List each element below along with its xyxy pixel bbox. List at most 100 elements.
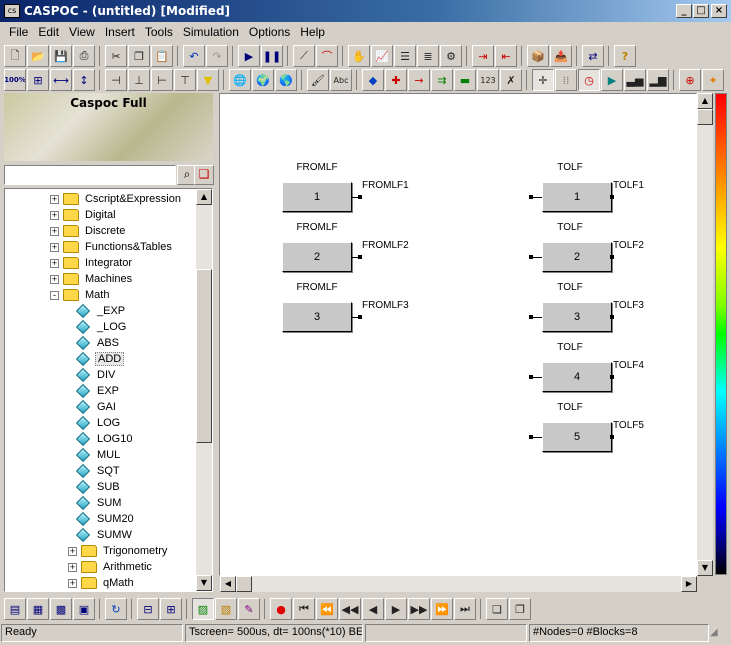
tolf-block[interactable]: 4 (542, 362, 612, 392)
menu-edit[interactable]: Edit (33, 25, 64, 39)
expand-icon[interactable]: + (68, 546, 77, 556)
expand-icon[interactable]: + (50, 194, 59, 204)
library-remove-icon[interactable]: 📤 (550, 45, 572, 67)
step-back-icon[interactable]: ◀◀ (339, 598, 361, 620)
tree-item[interactable]: _EXP (75, 303, 127, 319)
diode-icon[interactable]: ▶ (601, 69, 623, 91)
hierarchy-icon[interactable]: ⊞ (160, 598, 182, 620)
menu-simulation[interactable]: Simulation (178, 25, 244, 39)
tree-scroll-thumb[interactable] (196, 269, 212, 443)
zoom-fit-icon[interactable]: ⊞ (27, 69, 49, 91)
expand-icon[interactable]: + (50, 242, 59, 252)
tree-folder[interactable]: + Digital (50, 207, 118, 223)
schematic-canvas[interactable]: FROMLF 1 FROMLF1 FROMLF 2 FROMLF2 FROMLF 3 FROML… (219, 93, 697, 576)
paste-icon[interactable]: 📋 (151, 45, 173, 67)
mirror-h-icon[interactable]: ⊢ (151, 69, 173, 91)
bar-level-icon[interactable]: ▃▅ (624, 69, 646, 91)
expand-icon[interactable]: + (50, 210, 59, 220)
maximize-button[interactable]: □ (693, 4, 709, 18)
clock-icon[interactable]: ◷ (578, 69, 600, 91)
print-icon[interactable]: ⎙ (73, 45, 95, 67)
tolf-block[interactable]: 1 (542, 182, 612, 212)
canvas-scroll-right-icon[interactable]: ▶ (681, 576, 697, 592)
node-h-icon[interactable]: ⊣ (105, 69, 127, 91)
last-icon[interactable]: ⏭ (454, 598, 476, 620)
menu-tools[interactable]: Tools (140, 25, 178, 39)
expand-icon[interactable]: + (50, 258, 59, 268)
tree-folder[interactable]: - Math (50, 287, 111, 303)
copy-windows-icon[interactable]: ❐ (509, 598, 531, 620)
pause-icon[interactable]: ❚❚ (261, 45, 283, 67)
output-pin[interactable] (610, 255, 614, 259)
brush-icon[interactable]: 🖌 (307, 69, 329, 91)
text-tool-button[interactable]: Abc (330, 69, 352, 91)
output-pin[interactable] (610, 315, 614, 319)
curve-tool-icon[interactable]: ⌒ (316, 45, 338, 67)
canvas-vertical-scrollbar[interactable]: ▲ ▼ (697, 93, 713, 576)
rewind-icon[interactable]: ⏪ (316, 598, 338, 620)
export-icon[interactable]: ⇄ (582, 45, 604, 67)
block-icon[interactable]: ▬ (454, 69, 476, 91)
grid-icon[interactable]: ▩ (50, 598, 72, 620)
list-icon[interactable]: ☰ (394, 45, 416, 67)
tree-folder[interactable]: + Functions&Tables (50, 239, 174, 255)
menu-file[interactable]: File (4, 25, 33, 39)
cut-icon[interactable]: ✂ (105, 45, 127, 67)
zoom-100-button[interactable]: 100% (4, 69, 26, 91)
wire-double-icon[interactable]: ⇉ (431, 69, 453, 91)
probe-icon[interactable]: ▼ (197, 69, 219, 91)
image-icon[interactable]: ▨ (192, 598, 214, 620)
tree-folder[interactable]: + Arithmetic (68, 559, 154, 575)
resize-grip-icon[interactable]: ◢ (710, 623, 728, 643)
canvas-hscroll-thumb[interactable] (236, 576, 252, 592)
hand-pan-icon[interactable]: ✋ (348, 45, 370, 67)
undo-icon[interactable]: ↶ (183, 45, 205, 67)
tree-item[interactable]: SUM (75, 495, 123, 511)
scroll-up-arrow-icon[interactable]: ▲ (196, 189, 212, 205)
cross-node-icon[interactable]: ✚ (385, 69, 407, 91)
output-pin[interactable] (610, 435, 614, 439)
canvas-scroll-down-icon[interactable]: ▼ (697, 560, 713, 576)
grid-toggle-icon[interactable]: ⁞⁞ (555, 69, 577, 91)
copy-icon[interactable]: ❐ (128, 45, 150, 67)
zoom-height-icon[interactable]: ↕ (73, 69, 95, 91)
help-icon[interactable]: ? (614, 45, 636, 67)
app-icon[interactable]: cs (4, 4, 20, 18)
tree-item[interactable]: EXP (75, 383, 121, 399)
tree-folder[interactable]: + qMath (68, 575, 136, 591)
fast-forward-icon[interactable]: ⏩ (431, 598, 453, 620)
fromlf-block[interactable]: 3 (282, 302, 352, 332)
tree-item[interactable]: SUM20 (75, 511, 136, 527)
menu-help[interactable]: Help (295, 25, 330, 39)
fromlf-block[interactable]: 2 (282, 242, 352, 272)
tool-x-icon[interactable]: ✗ (500, 69, 522, 91)
tree-item[interactable]: SQT (75, 463, 122, 479)
cross-cursor-icon[interactable]: ✛ (532, 69, 554, 91)
search-input[interactable] (4, 165, 176, 185)
back-icon[interactable]: ◀ (362, 598, 384, 620)
run-icon[interactable]: ▶ (238, 45, 260, 67)
menu-options[interactable]: Options (244, 25, 295, 39)
minimize-button[interactable]: _ (676, 4, 692, 18)
tree-item[interactable]: MUL (75, 447, 122, 463)
collapse-icon[interactable]: - (50, 290, 59, 300)
expand-icon[interactable]: + (68, 562, 77, 572)
target-icon[interactable]: ⊕ (679, 69, 701, 91)
first-icon[interactable]: ⏮ (293, 598, 315, 620)
chart-icon[interactable]: 📈 (371, 45, 393, 67)
tree-item[interactable]: ABS (75, 335, 121, 351)
output-pin[interactable] (358, 315, 362, 319)
forward-icon[interactable]: ▶▶ (408, 598, 430, 620)
tree-folder[interactable]: + Discrete (50, 223, 127, 239)
redo-icon[interactable]: ↷ (206, 45, 228, 67)
wire-arrow-icon[interactable]: → (408, 69, 430, 91)
library-add-icon[interactable]: 📦 (527, 45, 549, 67)
line-tool-icon[interactable]: ⟋ (293, 45, 315, 67)
puzzle-icon[interactable]: ✦ (702, 69, 724, 91)
close-button[interactable]: × (711, 4, 727, 18)
tolf-block[interactable]: 3 (542, 302, 612, 332)
tree-folder[interactable]: + Trigonometry (68, 543, 169, 559)
canvas-vscroll-thumb[interactable] (697, 109, 713, 125)
cascade-icon[interactable]: ❏ (486, 598, 508, 620)
zoom-width-icon[interactable]: ⟷ (50, 69, 72, 91)
